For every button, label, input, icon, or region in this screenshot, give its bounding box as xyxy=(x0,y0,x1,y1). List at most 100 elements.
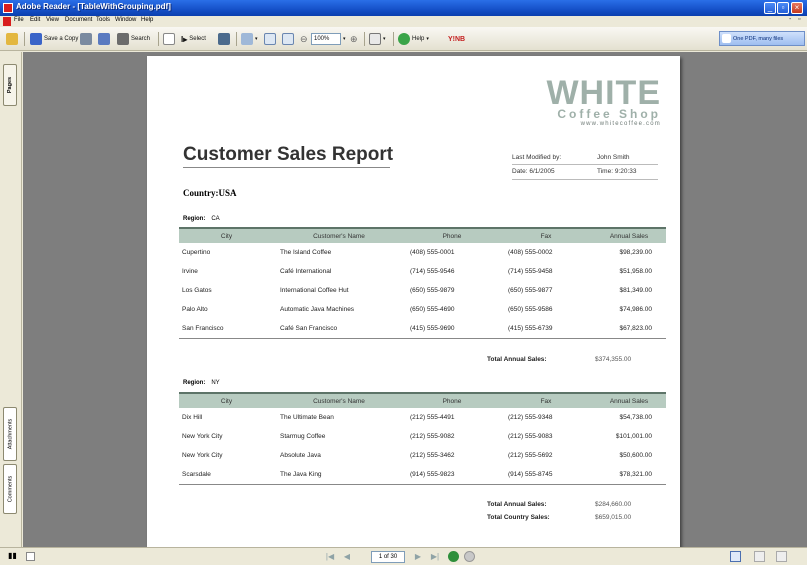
menu-file[interactable]: File xyxy=(14,17,24,23)
page-number-input[interactable]: 1 of 30 xyxy=(371,551,405,563)
cell-city: San Francisco xyxy=(182,325,224,332)
table-row: Scarsdale The Java King (914) 555-9823 (… xyxy=(179,465,666,484)
help-label: Help xyxy=(412,36,425,42)
search-button[interactable]: Search xyxy=(117,31,150,47)
title-bar: Adobe Reader - [TableWithGrouping.pdf] _… xyxy=(0,0,807,16)
attachments-tab[interactable]: Attachments xyxy=(3,407,17,461)
table-rule xyxy=(179,484,666,485)
comments-tab[interactable]: Comments xyxy=(3,464,17,514)
email-icon[interactable] xyxy=(98,33,110,45)
country-heading: Country:USA xyxy=(183,188,237,198)
zoom-in-icon[interactable] xyxy=(241,33,253,45)
window-title: Adobe Reader - [TableWithGrouping.pdf] xyxy=(16,2,171,11)
menu-window[interactable]: Window xyxy=(115,17,136,23)
menu-tools[interactable]: Tools xyxy=(96,17,110,23)
cell-city: Palo Alto xyxy=(182,306,208,313)
menu-edit[interactable]: Edit xyxy=(30,17,40,23)
open-pane-icon[interactable] xyxy=(26,552,35,561)
cell-sales: $54,738.00 xyxy=(619,414,652,421)
cell-phone: (914) 555-9823 xyxy=(410,471,455,478)
restore-button[interactable]: ▫ xyxy=(777,2,789,14)
cell-sales: $74,986.00 xyxy=(619,306,652,313)
search-label: Search xyxy=(131,36,151,42)
zoom-out-icon[interactable]: ⊖ xyxy=(300,34,308,45)
status-bar: ▮▮ |◀ ◀ 1 of 30 ▶ ▶| xyxy=(0,547,807,565)
report-title: Customer Sales Report xyxy=(183,144,394,165)
minimize-button[interactable]: _ xyxy=(764,2,776,14)
navigation-pane: Pages Attachments Comments xyxy=(0,52,22,547)
fit-width-icon[interactable] xyxy=(282,33,294,45)
print-icon[interactable] xyxy=(80,33,92,45)
ynb-button[interactable]: Y!NB xyxy=(448,36,465,43)
doc-minimize-button[interactable]: - xyxy=(789,16,791,23)
document-icon[interactable] xyxy=(3,17,11,26)
table-row: New York City Absolute Java (212) 555-34… xyxy=(179,446,666,465)
facing-view-icon[interactable] xyxy=(776,551,787,562)
header-customer: Customer's Name xyxy=(313,232,365,240)
menu-document[interactable]: Document xyxy=(65,17,92,23)
last-modified-label: Last Modified by: xyxy=(512,154,562,161)
logo-url: www.whitecoffee.com xyxy=(580,121,661,127)
cell-city: Cupertino xyxy=(182,249,211,256)
select-button[interactable]: I▸ Select xyxy=(181,31,206,47)
table-row: Los Gatos International Coffee Hut (650)… xyxy=(179,281,666,300)
cell-sales: $98,239.00 xyxy=(619,249,652,256)
zoom-dropdown-icon[interactable]: ▾ xyxy=(343,36,346,42)
logo-coffee-shop: Coffee Shop xyxy=(557,107,661,121)
last-page-button[interactable]: ▶| xyxy=(429,551,441,563)
snapshot-icon[interactable] xyxy=(218,33,230,45)
hand-tool-icon[interactable] xyxy=(163,33,175,45)
save-copy-label: Save a Copy xyxy=(44,36,79,42)
toolbar: Save a Copy Search I▸ Select ▾ ⊖ 100% ▾ … xyxy=(0,27,807,51)
menu-help[interactable]: Help xyxy=(141,17,153,23)
cell-fax: (415) 555-6739 xyxy=(508,325,553,332)
save-copy-button[interactable]: Save a Copy xyxy=(30,31,78,47)
search-icon xyxy=(117,33,129,45)
last-modified-value: John Smith xyxy=(597,154,630,161)
continuous-view-icon[interactable] xyxy=(754,551,765,562)
rotate-icon[interactable] xyxy=(369,33,381,45)
menu-view[interactable]: View xyxy=(46,17,59,23)
header-fax: Fax xyxy=(540,232,552,240)
cell-customer: The Island Coffee xyxy=(280,249,332,256)
cell-city: New York City xyxy=(182,433,223,440)
region-value: CA xyxy=(211,216,220,222)
promo-button[interactable]: One PDF, many files xyxy=(719,31,805,46)
cell-phone: (408) 555-0001 xyxy=(410,249,455,256)
document-viewer[interactable]: WHITE Coffee Shop www.whitecoffee.com Cu… xyxy=(23,52,807,547)
text-cursor-icon: I▸ xyxy=(181,34,188,44)
next-view-icon[interactable] xyxy=(464,551,475,562)
table-row: San Francisco Café San Francisco (415) 5… xyxy=(179,319,666,338)
first-page-button[interactable]: |◀ xyxy=(324,551,336,563)
cell-fax: (408) 555-0002 xyxy=(508,249,553,256)
cell-customer: Starmug Coffee xyxy=(280,433,326,440)
pages-tab[interactable]: Pages xyxy=(3,64,17,106)
cell-city: Irvine xyxy=(182,268,198,275)
header-fax: Fax xyxy=(540,397,552,405)
cell-customer: The Ultimate Bean xyxy=(280,414,334,421)
total-value: $284,660.00 xyxy=(595,501,632,508)
company-logo: WHITE Coffee Shop www.whitecoffee.com xyxy=(546,76,661,127)
report-time: Time: 9:20:33 xyxy=(597,168,637,175)
next-page-button[interactable]: ▶ xyxy=(412,551,424,563)
zoom-in-plus-icon[interactable]: ⊕ xyxy=(350,34,358,45)
page-layout-icon[interactable]: ▮▮ xyxy=(8,551,17,560)
header-phone: Phone xyxy=(442,232,462,240)
report-date: Date: 6/1/2005 xyxy=(512,168,555,175)
help-button[interactable]: Help ▾ xyxy=(398,31,429,47)
single-page-view-icon[interactable] xyxy=(730,551,741,562)
close-button[interactable]: × xyxy=(791,2,803,14)
cell-sales: $51,958.00 xyxy=(619,268,652,275)
previous-view-icon[interactable] xyxy=(448,551,459,562)
region-total-ca: Total Annual Sales: $374,355.00 xyxy=(487,356,677,363)
region-heading-ny: Region: NY xyxy=(183,380,220,386)
cell-city: Dix Hill xyxy=(182,414,203,421)
cell-phone: (212) 555-3462 xyxy=(410,452,455,459)
comments-tab-label: Comments xyxy=(7,475,13,503)
open-icon[interactable] xyxy=(6,33,18,45)
fit-page-icon[interactable] xyxy=(264,33,276,45)
doc-restore-button[interactable]: ▫ xyxy=(798,16,800,23)
cell-sales: $78,321.00 xyxy=(619,471,652,478)
zoom-level-input[interactable]: 100% xyxy=(311,33,341,45)
previous-page-button[interactable]: ◀ xyxy=(341,551,353,563)
